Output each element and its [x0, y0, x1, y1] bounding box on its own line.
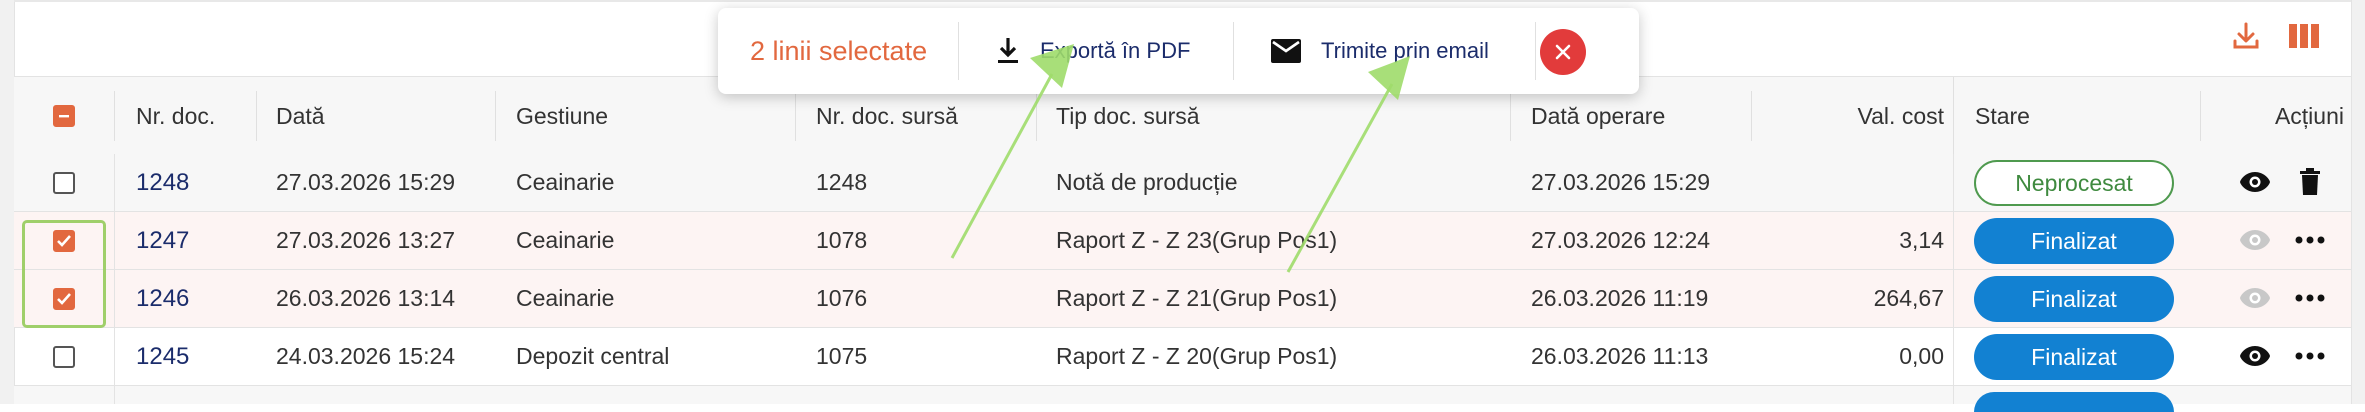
- send-email-label: Trimite prin email: [1321, 38, 1489, 63]
- email-icon: [1271, 39, 1301, 63]
- view-icon: [2238, 281, 2272, 315]
- header-actiuni: Acțiuni: [2274, 102, 2344, 129]
- header-divider: [1036, 91, 1037, 141]
- left-edge: [0, 0, 15, 404]
- header-stare[interactable]: Stare: [1975, 77, 2030, 155]
- right-edge: [2351, 0, 2365, 404]
- header-divider: [1510, 91, 1511, 141]
- nr-doc-sursa-cell: 1248: [816, 169, 868, 195]
- header-divider: [1953, 77, 1954, 155]
- close-selection-button[interactable]: [1540, 29, 1586, 75]
- send-email-button[interactable]: Trimite prin email: [1271, 20, 1489, 82]
- data-cell: 24.03.2026 15:24: [276, 343, 456, 369]
- nr-doc-text[interactable]: 1246: [136, 285, 189, 313]
- header-gestiune[interactable]: Gestiune: [516, 77, 608, 155]
- bar-divider: [1233, 22, 1234, 80]
- gestiune-cell: Ceainarie: [516, 285, 615, 311]
- val-cost-cell: 0,00: [1899, 343, 1944, 369]
- table-row[interactable]: [14, 386, 2351, 412]
- nr-doc-text[interactable]: 1247: [136, 227, 189, 255]
- val-cost-cell: 3,14: [1899, 227, 1944, 253]
- table-row[interactable]: 1248 27.03.2026 15:29 Ceainarie 1248 Not…: [14, 154, 2351, 212]
- header-divider: [1751, 91, 1752, 141]
- selection-action-bar: 2 linii selectate Exportă în PDF Trimite…: [718, 8, 1639, 94]
- row-checkbox[interactable]: [53, 345, 75, 368]
- header-divider: [795, 91, 796, 141]
- export-pdf-button[interactable]: Exportă în PDF: [996, 20, 1190, 82]
- view-icon[interactable]: [2238, 165, 2272, 199]
- selected-count-text: 2 linii selectate: [750, 35, 928, 66]
- header-nr-doc[interactable]: Nr. doc.: [136, 77, 215, 155]
- nr-doc-sursa-cell: 1075: [816, 343, 868, 369]
- val-cost-cell: 264,67: [1873, 285, 1944, 311]
- gestiune-cell: Ceainarie: [516, 169, 615, 195]
- table-row[interactable]: 1246 26.03.2026 13:14 Ceainarie 1076 Rap…: [14, 270, 2351, 328]
- nr-doc-link[interactable]: 1247: [136, 212, 189, 269]
- tip-doc-sursa-cell: Raport Z - Z 23(Grup Pos1): [1056, 227, 1338, 253]
- nr-doc-sursa-cell: 1078: [816, 227, 868, 253]
- status-badge[interactable]: Finalizat: [1974, 276, 2174, 322]
- data-cell: 27.03.2026 13:27: [276, 227, 456, 253]
- header-divider: [495, 91, 496, 141]
- select-all-checkbox[interactable]: [53, 105, 75, 127]
- download-icon[interactable]: [2228, 18, 2264, 54]
- nr-doc-link[interactable]: 1245: [136, 328, 189, 385]
- close-icon: [1555, 44, 1571, 60]
- data-cell: 27.03.2026 15:29: [276, 169, 456, 195]
- view-icon[interactable]: [2238, 339, 2272, 373]
- tip-doc-sursa-cell: Raport Z - Z 21(Grup Pos1): [1056, 285, 1338, 311]
- data-operare-cell: 26.03.2026 11:19: [1531, 285, 1709, 311]
- header-data[interactable]: Dată: [276, 77, 325, 155]
- header-val-cost[interactable]: Val. cost: [1754, 77, 1945, 155]
- nr-doc-link[interactable]: 1248: [136, 154, 189, 211]
- selection-highlight: [22, 220, 106, 328]
- tip-doc-sursa-cell: Notă de producție: [1056, 169, 1238, 195]
- view-icon: [2238, 223, 2272, 257]
- header-divider: [114, 91, 115, 141]
- header-divider: [256, 91, 257, 141]
- status-badge[interactable]: Finalizat: [1974, 334, 2174, 380]
- more-icon[interactable]: [2293, 281, 2327, 315]
- row-checkbox[interactable]: [53, 171, 75, 194]
- gestiune-cell: Depozit central: [516, 343, 670, 369]
- data-operare-cell: 26.03.2026 11:13: [1531, 343, 1709, 369]
- bar-divider: [958, 22, 959, 80]
- status-badge[interactable]: [1974, 392, 2174, 412]
- nr-doc-text[interactable]: 1248: [136, 169, 189, 197]
- table-row[interactable]: 1247 27.03.2026 13:27 Ceainarie 1078 Rap…: [14, 212, 2351, 270]
- nr-doc-link[interactable]: 1246: [136, 270, 189, 327]
- row-select-cell: [14, 154, 114, 211]
- top-divider: [14, 0, 2351, 2]
- data-operare-cell: 27.03.2026 15:29: [1531, 169, 1711, 195]
- columns-icon[interactable]: [2286, 18, 2322, 54]
- val-cost-cell: [1754, 154, 1944, 211]
- status-badge[interactable]: Neprocesat: [1974, 160, 2174, 206]
- data-cell: 26.03.2026 13:14: [276, 285, 456, 311]
- status-badge[interactable]: Finalizat: [1974, 218, 2174, 264]
- trash-icon[interactable]: [2293, 165, 2327, 199]
- bar-divider: [1535, 22, 1536, 80]
- tip-doc-sursa-cell: Raport Z - Z 20(Grup Pos1): [1056, 343, 1338, 369]
- export-pdf-label: Exportă în PDF: [1040, 38, 1191, 63]
- more-icon[interactable]: [2293, 223, 2327, 257]
- nr-doc-text[interactable]: 1245: [136, 343, 189, 371]
- data-operare-cell: 27.03.2026 12:24: [1531, 227, 1711, 253]
- row-select-cell: [14, 328, 114, 385]
- gestiune-cell: Ceainarie: [516, 227, 615, 253]
- nr-doc-sursa-cell: 1076: [816, 285, 868, 311]
- table-row[interactable]: 1245 24.03.2026 15:24 Depozit central 10…: [14, 328, 2351, 386]
- select-all-cell: [14, 77, 114, 155]
- more-icon[interactable]: [2293, 339, 2327, 373]
- download-icon: [998, 38, 1018, 63]
